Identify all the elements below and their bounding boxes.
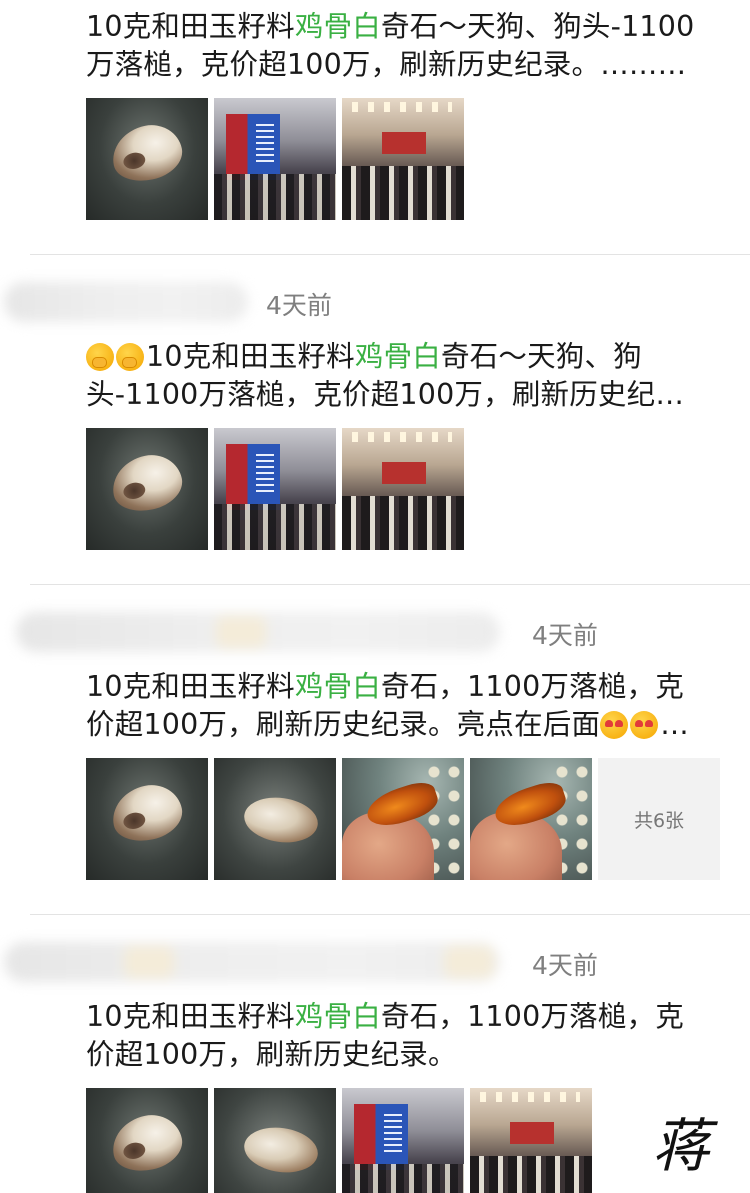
post-text-line: 10克和田玉籽料鸡骨白奇石，1100万落槌，克 — [86, 1000, 684, 1033]
post-text-line: 万落槌，克价超100万，刷新历史纪录。……… — [86, 48, 687, 81]
keyword-highlight: 鸡骨白 — [294, 1000, 381, 1033]
post-header: 4天前 — [0, 276, 750, 336]
post-text-line: 10克和田玉籽料鸡骨白奇石，1100万落槌，克 — [86, 670, 684, 703]
post-text-line: 价超100万，刷新历史纪录。亮点在后面… — [86, 708, 689, 741]
facepalm-emoji-icon — [86, 343, 114, 371]
handwritten-signature: 蒋 — [652, 1112, 711, 1180]
facepalm-emoji-icon — [116, 343, 144, 371]
post-divider — [30, 254, 750, 255]
post-header: 4天前 — [0, 936, 750, 996]
keyword-highlight: 鸡骨白 — [294, 670, 381, 703]
post-time: 4天前 — [266, 291, 332, 320]
post-divider — [30, 914, 750, 915]
jade-side-photo-thumb[interactable] — [214, 1088, 336, 1193]
keyword-highlight: 鸡骨白 — [294, 10, 381, 43]
post-text-line: 价超100万，刷新历史纪录。 — [86, 1038, 457, 1071]
auction-hall-photo-thumb[interactable] — [214, 428, 336, 550]
post-text[interactable]: 10克和田玉籽料鸡骨白奇石～天狗、狗头-1100 万落槌，克价超100万，刷新历… — [86, 8, 722, 84]
jade-side-photo-thumb[interactable] — [214, 758, 336, 880]
auction-hall-photo-thumb[interactable] — [214, 98, 336, 220]
blurred-username[interactable] — [16, 612, 500, 652]
post-text-line: 头-1100万落槌，克价超100万，刷新历史纪… — [86, 378, 685, 411]
post-text[interactable]: 10克和田玉籽料鸡骨白奇石，1100万落槌，克 价超100万，刷新历史纪录。亮点… — [86, 668, 722, 744]
jade-photo-thumb[interactable] — [86, 1088, 208, 1193]
post-divider — [30, 584, 750, 585]
blurred-username[interactable] — [4, 942, 500, 982]
post-text[interactable]: 10克和田玉籽料鸡骨白奇石，1100万落槌，克 价超100万，刷新历史纪录。 — [86, 998, 722, 1074]
post-header: 4天前 — [0, 606, 750, 666]
auction-crowd-photo-thumb[interactable] — [470, 1088, 592, 1193]
hand-holding-stone-photo-thumb[interactable] — [470, 758, 592, 880]
auction-hall-photo-thumb[interactable] — [342, 1088, 464, 1193]
keyword-highlight: 鸡骨白 — [354, 340, 441, 373]
auction-crowd-photo-thumb[interactable] — [342, 98, 464, 220]
auction-crowd-photo-thumb[interactable] — [342, 428, 464, 550]
heart-eyes-emoji-icon — [600, 711, 629, 739]
jade-photo-thumb[interactable] — [86, 758, 208, 880]
heart-eyes-emoji-icon — [630, 711, 659, 739]
post-time: 4天前 — [532, 621, 598, 650]
jade-photo-thumb[interactable] — [86, 428, 208, 550]
hand-holding-stone-photo-thumb[interactable] — [342, 758, 464, 880]
post-time: 4天前 — [532, 951, 598, 980]
blurred-username[interactable] — [4, 282, 248, 322]
post-text-line: 10克和田玉籽料鸡骨白奇石～天狗、狗头-1100 — [86, 10, 695, 43]
more-photos-count[interactable]: 共6张 — [598, 758, 720, 880]
jade-photo-thumb[interactable] — [86, 98, 208, 220]
post-text[interactable]: 10克和田玉籽料鸡骨白奇石～天狗、狗 头-1100万落槌，克价超100万，刷新历… — [86, 338, 722, 414]
moments-feed: 10克和田玉籽料鸡骨白奇石～天狗、狗头-1100 万落槌，克价超100万，刷新历… — [0, 0, 750, 1193]
post-text-line: 10克和田玉籽料鸡骨白奇石～天狗、狗 — [86, 338, 722, 376]
